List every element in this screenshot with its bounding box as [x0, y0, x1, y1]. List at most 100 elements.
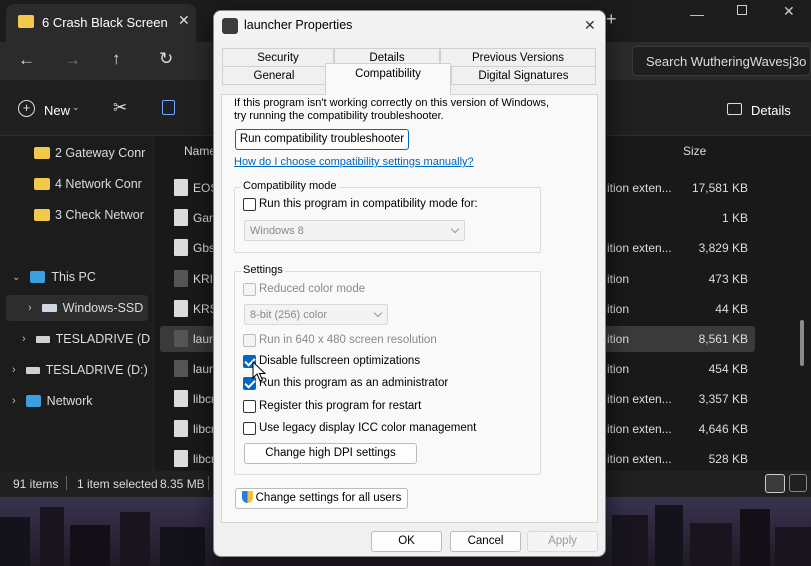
back-icon[interactable]: ←: [18, 50, 35, 70]
nav-item-label: Windows-SSD: [62, 301, 144, 315]
intro-text-line1: If this program isn't working correctly …: [234, 97, 550, 109]
new-icon[interactable]: +: [18, 100, 35, 117]
details-view-icon[interactable]: [765, 474, 785, 493]
file-type: ition exten...: [607, 181, 672, 195]
details-button[interactable]: Details: [751, 103, 791, 118]
chevron-down-icon: [450, 224, 460, 234]
shield-icon: [241, 491, 253, 503]
nav-item-3-check[interactable]: 3 Check Networ: [0, 202, 152, 228]
compat-mode-label: Run this program in compatibility mode f…: [259, 198, 478, 210]
file-icon: [174, 209, 188, 226]
tab-previous-versions[interactable]: Previous Versions: [440, 48, 596, 67]
tab-security[interactable]: Security: [222, 48, 334, 67]
new-tab-icon[interactable]: +: [606, 9, 617, 30]
ok-button[interactable]: OK: [371, 531, 442, 552]
register-restart-checkbox[interactable]: [243, 400, 256, 413]
register-restart-label: Register this program for restart: [259, 400, 422, 412]
maximize-icon[interactable]: [737, 5, 747, 15]
legacy-icc-checkbox[interactable]: [243, 422, 256, 435]
group-label: Compatibility mode: [241, 180, 339, 192]
navigation-pane: 2 Gateway Conr 4 Network Conr 3 Check Ne…: [0, 136, 152, 471]
up-icon[interactable]: ↑: [112, 49, 121, 69]
close-tab-icon[interactable]: ✕: [178, 12, 190, 29]
file-name: laur: [193, 332, 214, 346]
selected-size: 8.35 MB: [160, 477, 205, 491]
file-name: libcr: [193, 392, 216, 406]
computer-icon: [30, 271, 46, 283]
nav-item-tesladrive-d-root[interactable]: › TESLADRIVE (D:): [0, 357, 152, 383]
forward-icon[interactable]: →: [64, 50, 81, 70]
new-button[interactable]: New: [44, 103, 70, 118]
file-name: libcr: [193, 422, 216, 436]
search-box[interactable]: Search WutheringWavesj3o: [632, 46, 811, 76]
tab-digital-signatures[interactable]: Digital Signatures: [451, 66, 596, 85]
nav-item-this-pc[interactable]: ⌄ This PC: [0, 264, 152, 290]
button-label: Run compatibility troubleshooter: [239, 133, 405, 145]
tab-title: 6 Crash Black Screen: [42, 15, 168, 30]
chevron-down-icon[interactable]: ⌄: [12, 272, 20, 283]
file-name: libcr: [193, 452, 216, 466]
reduced-color-checkbox[interactable]: [243, 283, 256, 296]
column-header-name[interactable]: Name: [184, 144, 216, 158]
search-input[interactable]: Search WutheringWavesj3o: [646, 54, 806, 69]
button-label: Apply: [548, 535, 577, 547]
nav-item-4-network[interactable]: 4 Network Conr: [0, 171, 152, 197]
copy-icon[interactable]: [162, 100, 175, 115]
chevron-down-icon[interactable]: ⌄: [72, 102, 80, 113]
button-label: Change settings for all users: [255, 492, 402, 504]
chevron-right-icon[interactable]: ›: [12, 364, 16, 376]
compat-mode-checkbox[interactable]: [243, 198, 256, 211]
refresh-icon[interactable]: ↻: [159, 49, 173, 69]
explorer-tab[interactable]: 6 Crash Black Screen ✕: [6, 4, 196, 42]
chevron-right-icon[interactable]: ›: [12, 395, 16, 407]
dialog-title-bar[interactable]: launcher Properties ✕: [214, 11, 605, 41]
legacy-icc-label: Use legacy display ICC color management: [259, 422, 477, 434]
tiles-view-icon[interactable]: [789, 474, 807, 492]
close-icon[interactable]: ✕: [584, 17, 596, 34]
folder-icon: [34, 209, 50, 221]
os-version-select[interactable]: Windows 8: [244, 220, 465, 241]
folder-icon: [34, 178, 50, 190]
tab-label: Previous Versions: [471, 52, 565, 64]
file-size: 1 KB: [721, 211, 748, 225]
divider: [208, 476, 209, 490]
nav-item-2-gateway[interactable]: 2 Gateway Conr: [0, 140, 152, 166]
close-window-icon[interactable]: ✕: [783, 3, 795, 20]
tab-general[interactable]: General: [222, 66, 326, 85]
nav-item-network[interactable]: › Network: [0, 388, 152, 414]
minimize-icon[interactable]: —: [690, 6, 704, 22]
app-icon: [174, 330, 188, 347]
tab-label: Security: [257, 52, 299, 64]
file-size: 3,357 KB: [698, 392, 748, 406]
nav-item-label: This PC: [51, 270, 96, 284]
file-type: ition: [607, 302, 630, 316]
manual-settings-link[interactable]: How do I choose compatibility settings m…: [234, 156, 474, 168]
nav-item-label: Network: [46, 394, 93, 408]
file-name: laur: [193, 362, 214, 376]
nav-item-label: 4 Network Conr: [55, 177, 142, 191]
file-type: ition exten...: [607, 241, 672, 255]
scrollbar[interactable]: [800, 320, 804, 366]
file-type: ition exten...: [607, 452, 672, 466]
change-all-users-button[interactable]: Change settings for all users: [235, 488, 408, 509]
file-icon: [174, 450, 188, 467]
nav-item-tesladrive-d[interactable]: › TESLADRIVE (D: [0, 326, 152, 352]
chevron-right-icon[interactable]: ›: [28, 302, 32, 314]
details-pane-icon[interactable]: [727, 103, 742, 115]
apply-button[interactable]: Apply: [527, 531, 598, 552]
resolution-checkbox[interactable]: [243, 334, 256, 347]
run-troubleshooter-button[interactable]: Run compatibility troubleshooter: [235, 129, 409, 150]
cancel-button[interactable]: Cancel: [450, 531, 521, 552]
change-dpi-button[interactable]: Change high DPI settings: [244, 443, 417, 464]
nav-item-windows-ssd[interactable]: › Windows-SSD: [6, 295, 148, 321]
file-size: 3,829 KB: [698, 241, 748, 255]
tab-compatibility[interactable]: Compatibility: [325, 63, 451, 95]
file-type: ition exten...: [607, 422, 672, 436]
select-value: 8-bit (256) color: [250, 309, 328, 321]
color-depth-select[interactable]: 8-bit (256) color: [244, 304, 388, 325]
nav-item-label: TESLADRIVE (D:): [45, 363, 148, 377]
cut-icon[interactable]: ✂: [113, 98, 127, 118]
column-header-size[interactable]: Size: [683, 144, 706, 158]
file-size: 4,646 KB: [698, 422, 748, 436]
chevron-right-icon[interactable]: ›: [22, 333, 26, 345]
